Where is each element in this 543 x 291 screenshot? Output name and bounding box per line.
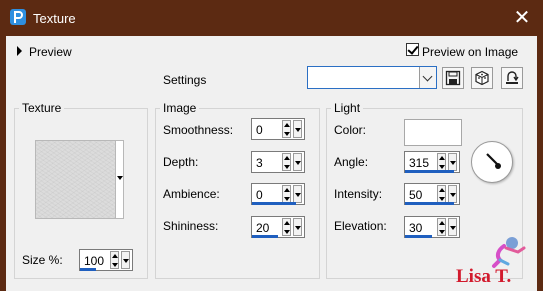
light-direction-icon	[486, 153, 501, 169]
depth-value: 3	[256, 156, 263, 170]
shininess-value: 20	[256, 221, 270, 235]
color-label: Color:	[334, 123, 367, 137]
intensity-value: 50	[409, 188, 423, 202]
depth-label: Depth:	[163, 155, 199, 169]
light-group-title: Light	[331, 101, 364, 115]
intensity-stepper[interactable]: 50	[404, 183, 460, 205]
depth-dropdown-arrow[interactable]	[293, 153, 302, 171]
texture-dropdown-button[interactable]	[116, 140, 124, 219]
preview-toggle[interactable]: Preview	[29, 45, 72, 59]
lisa-t-watermark-logo: Lisa T.	[456, 237, 526, 287]
depth-stepper[interactable]: 3	[251, 151, 305, 173]
texture-swatch[interactable]	[35, 140, 116, 219]
size-dropdown-arrow[interactable]	[121, 251, 130, 269]
save-preset-icon	[445, 70, 461, 86]
preview-expand-icon[interactable]	[17, 46, 22, 56]
shininess-dropdown-arrow[interactable]	[293, 218, 302, 236]
intensity-label: Intensity:	[334, 187, 383, 201]
ambience-level-bar	[252, 202, 297, 205]
close-icon[interactable]: ✕	[508, 6, 536, 30]
size-label: Size %:	[22, 253, 63, 267]
size-spin-arrows[interactable]	[110, 251, 119, 269]
smoothness-value: 0	[256, 123, 263, 137]
size-level-bar	[80, 268, 96, 271]
settings-label: Settings	[163, 73, 207, 87]
app-icon	[10, 9, 26, 25]
shininess-stepper[interactable]: 20	[251, 216, 305, 238]
intensity-dropdown-arrow[interactable]	[448, 185, 457, 203]
size-stepper[interactable]: 100	[79, 249, 133, 271]
settings-dropdown[interactable]	[307, 66, 437, 89]
angle-stepper[interactable]: 315	[404, 151, 460, 173]
shininess-label: Shininess:	[163, 219, 219, 233]
reset-button[interactable]	[501, 67, 523, 89]
elevation-label: Elevation:	[334, 219, 387, 233]
ambience-spin-arrows[interactable]	[282, 185, 291, 203]
angle-spin-arrows[interactable]	[437, 153, 446, 171]
ambience-stepper[interactable]: 0	[251, 183, 305, 205]
angle-dropdown-arrow[interactable]	[448, 153, 457, 171]
elevation-spin-arrows[interactable]	[437, 218, 446, 236]
angle-level-bar	[405, 170, 454, 173]
save-preset-button[interactable]	[442, 67, 464, 89]
size-value: 100	[84, 254, 105, 268]
chevron-down-icon[interactable]	[419, 67, 436, 88]
watermark-text: Lisa T.	[456, 266, 511, 287]
depth-spin-arrows[interactable]	[282, 153, 291, 171]
elevation-value: 30	[409, 221, 423, 235]
smoothness-stepper[interactable]: 0	[251, 118, 305, 140]
elevation-level-bar	[405, 235, 432, 238]
angle-value: 315	[409, 156, 430, 170]
randomize-button[interactable]	[471, 67, 493, 89]
ambience-value: 0	[256, 188, 263, 202]
smoothness-label: Smoothness:	[163, 123, 234, 137]
preview-on-image-checkbox[interactable]	[406, 43, 419, 56]
window-title: Texture	[33, 11, 76, 26]
ambience-dropdown-arrow[interactable]	[293, 185, 302, 203]
shininess-level-bar	[252, 235, 278, 238]
title-bar	[0, 0, 543, 36]
shininess-spin-arrows[interactable]	[282, 218, 291, 236]
smoothness-dropdown-arrow[interactable]	[293, 120, 302, 138]
intensity-level-bar	[405, 202, 454, 205]
light-color-swatch[interactable]	[404, 119, 462, 146]
ambience-label: Ambience:	[163, 187, 220, 201]
reset-icon	[506, 71, 519, 84]
texture-group-title: Texture	[19, 101, 65, 115]
angle-dial[interactable]	[471, 141, 513, 183]
randomize-icon	[475, 70, 489, 86]
preview-on-image-label[interactable]: Preview on Image	[422, 45, 518, 59]
smoothness-spin-arrows[interactable]	[282, 120, 291, 138]
window-frame-right	[537, 0, 543, 291]
angle-label: Angle:	[334, 155, 369, 169]
image-group-title: Image	[160, 101, 200, 115]
intensity-spin-arrows[interactable]	[437, 185, 446, 203]
